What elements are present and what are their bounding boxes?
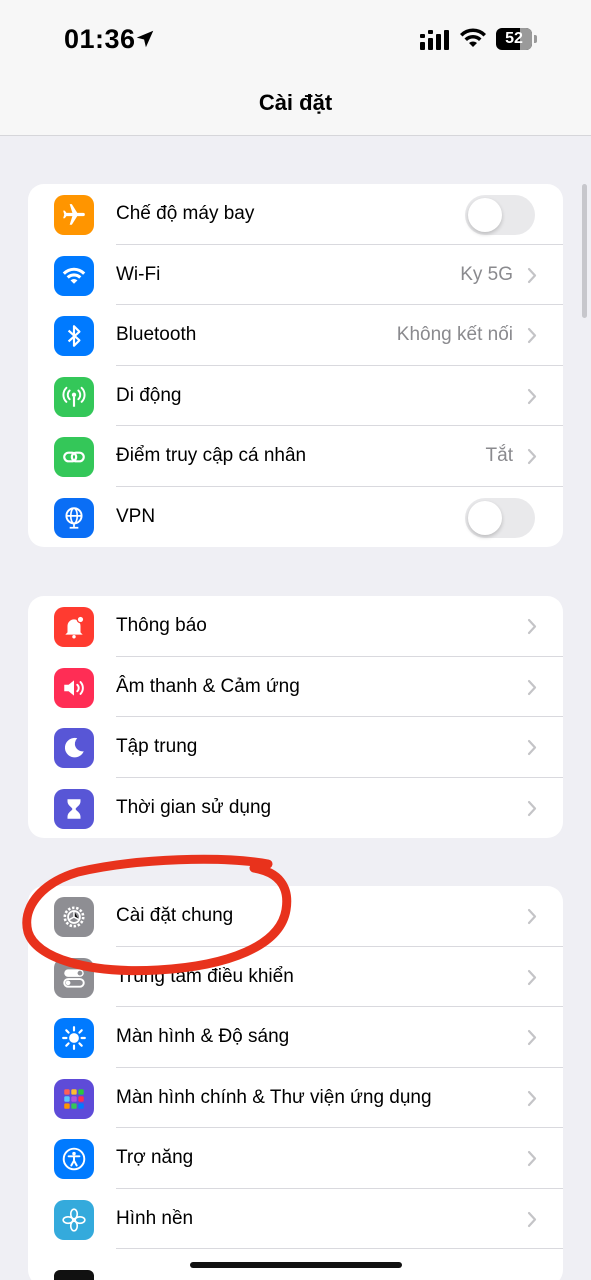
chevron-right-icon xyxy=(527,388,537,404)
row-label: Thông báo xyxy=(116,615,207,636)
flower-icon xyxy=(54,1199,94,1240)
hotspot-link-icon xyxy=(54,437,94,477)
airplane-mode-toggle[interactable] xyxy=(465,195,535,235)
row-accessibility[interactable]: Trợ năng xyxy=(28,1128,563,1189)
navigation-bar: Cài đặt xyxy=(0,80,591,136)
row-airplane-mode: Chế độ máy bay xyxy=(28,184,563,245)
home-indicator[interactable] xyxy=(190,1262,402,1268)
chevron-right-icon xyxy=(527,679,537,695)
location-arrow-icon xyxy=(136,30,154,48)
app-grid-icon xyxy=(54,1078,94,1119)
settings-group-connectivity: Chế độ máy bay Wi-Fi Ky 5G Bluetooth Khô… xyxy=(28,184,563,547)
row-label: Màn hình & Độ sáng xyxy=(116,1026,290,1047)
row-label: Di động xyxy=(116,384,182,406)
page-title: Cài đặt xyxy=(258,90,333,115)
row-vpn: VPN xyxy=(28,487,563,548)
globe-icon xyxy=(54,497,94,538)
row-label: Bluetooth xyxy=(116,324,197,345)
battery-icon: 52 xyxy=(496,28,537,50)
airplane-icon xyxy=(54,195,94,235)
cellular-signal-icon xyxy=(420,30,449,50)
antenna-icon xyxy=(54,376,94,417)
row-personal-hotspot[interactable]: Điểm truy cập cá nhân Tắt xyxy=(28,426,563,487)
status-time: 01:36 xyxy=(64,24,136,54)
battery-level: 52 xyxy=(505,30,523,47)
row-label: Wi-Fi xyxy=(116,263,161,285)
row-value: Tắt xyxy=(485,445,513,466)
scrollbar[interactable] xyxy=(582,184,587,318)
row-notifications[interactable]: Thông báo xyxy=(28,596,563,657)
chevron-right-icon xyxy=(527,1090,537,1106)
row-home-screen-app-library[interactable]: Màn hình chính & Thư viện ứng dụng xyxy=(28,1068,563,1128)
accessibility-icon xyxy=(54,1139,94,1179)
status-bar: 01:36 52 xyxy=(0,0,591,80)
speaker-icon xyxy=(54,667,94,708)
chevron-right-icon xyxy=(527,800,537,816)
row-label: Tập trung xyxy=(116,736,198,757)
wifi-icon xyxy=(54,255,94,296)
row-bluetooth[interactable]: Bluetooth Không kết nối xyxy=(28,305,563,366)
row-display-brightness[interactable]: Màn hình & Độ sáng xyxy=(28,1007,563,1068)
bell-icon xyxy=(54,607,94,647)
row-screen-time[interactable]: Thời gian sử dụng xyxy=(28,778,563,839)
row-label: Chế độ máy bay xyxy=(116,203,255,224)
row-cellular[interactable]: Di động xyxy=(28,366,563,426)
chevron-right-icon xyxy=(527,327,537,344)
chevron-right-icon xyxy=(527,908,537,925)
chevron-right-icon xyxy=(527,739,537,756)
vpn-toggle[interactable] xyxy=(465,497,535,538)
bluetooth-icon xyxy=(54,316,94,356)
row-label: VPN xyxy=(116,505,156,527)
wifi-icon xyxy=(460,28,486,47)
chevron-right-icon xyxy=(527,448,537,465)
row-sounds-haptics[interactable]: Âm thanh & Cảm ứng xyxy=(28,657,563,717)
row-value: Ky 5G xyxy=(460,263,513,285)
row-wallpaper[interactable]: Hình nền xyxy=(28,1189,563,1249)
row-wifi[interactable]: Wi-Fi Ky 5G xyxy=(28,245,563,305)
sun-icon xyxy=(54,1018,94,1058)
chevron-right-icon xyxy=(527,1150,537,1167)
settings-group-notifications: Thông báo Âm thanh & Cảm ứng Tập trung T… xyxy=(28,596,563,838)
chevron-right-icon xyxy=(527,969,537,985)
row-focus[interactable]: Tập trung xyxy=(28,717,563,778)
row-value: Không kết nối xyxy=(396,324,513,345)
row-label: Âm thanh & Cảm ứng xyxy=(116,675,300,697)
hourglass-icon xyxy=(54,788,94,829)
row-label: Màn hình chính & Thư viện ứng dụng xyxy=(116,1086,432,1108)
moon-icon xyxy=(54,728,94,768)
next-row-icon-peek xyxy=(54,1270,94,1280)
chevron-right-icon xyxy=(527,267,537,283)
row-label: Hình nền xyxy=(116,1207,194,1229)
chevron-right-icon xyxy=(527,618,537,635)
row-label: Trợ năng xyxy=(116,1147,194,1168)
row-label: Điểm truy cập cá nhân xyxy=(116,445,307,466)
row-label: Thời gian sử dụng xyxy=(116,796,272,818)
chevron-right-icon xyxy=(527,1211,537,1227)
chevron-right-icon xyxy=(527,1029,537,1046)
red-annotation-circle xyxy=(22,854,292,976)
